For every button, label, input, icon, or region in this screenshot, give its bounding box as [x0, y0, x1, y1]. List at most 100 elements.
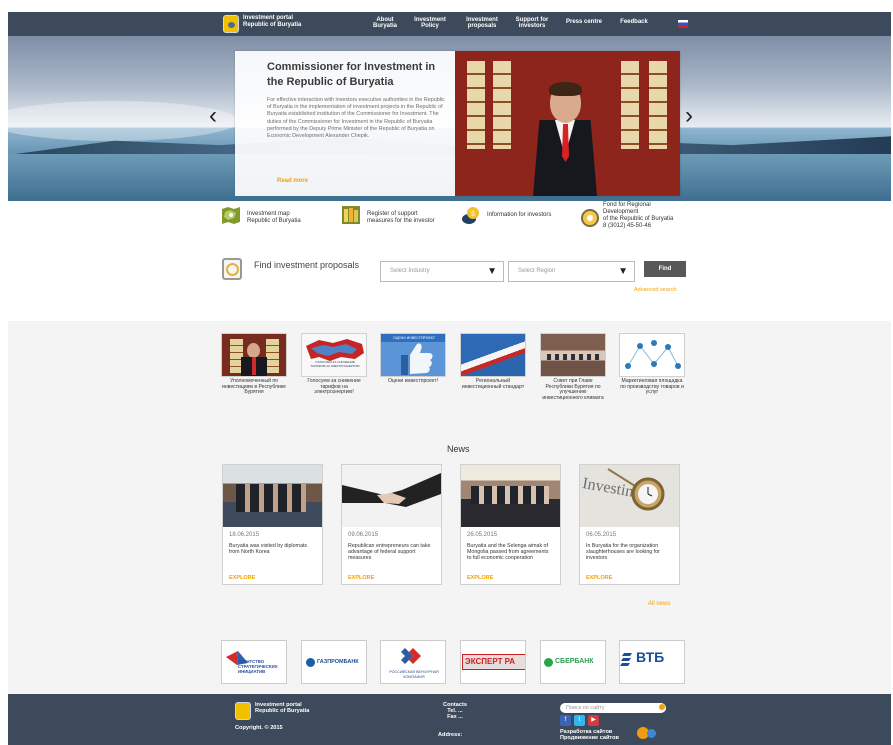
- partner-line: РОССИЙСКАЯ ВЕНЧУРНАЯ: [389, 670, 439, 674]
- advanced-search-link[interactable]: Advanced search: [634, 287, 677, 293]
- tile-electricity-tariffs[interactable]: ГОЛОСУЕМ ЗА СНИЖЕНИЕ ТАРИФОВ НА ЭЛЕКТРОЭ…: [301, 333, 367, 396]
- quick-link-line: Fond for Regional: [603, 202, 651, 208]
- partner-logo-sberbank[interactable]: СБЕРБАНК: [540, 640, 606, 684]
- quick-link-information-for-investors[interactable]: $ Information for investors: [461, 205, 576, 231]
- search-magnifier-icon: [222, 258, 242, 280]
- tile-image: [619, 333, 685, 377]
- quick-link-label: Register of support measures for the inv…: [367, 211, 435, 225]
- pocket-watch-icon: [607, 468, 665, 511]
- chevron-down-icon: ▼: [618, 266, 628, 277]
- news-explore-link[interactable]: EXPLORE: [467, 575, 493, 581]
- tile-rate-project[interactable]: ОЦЕНИ ИНВЕСТПРОЕКТ Оцени инвестпроект!: [380, 333, 446, 385]
- flag-wave-graphic: [461, 334, 525, 376]
- news-heading: News: [447, 444, 470, 454]
- quick-link-line: measures for the investor: [367, 218, 435, 224]
- nav-about-line-2: Buryatia: [372, 23, 397, 29]
- twitter-icon[interactable]: t: [574, 715, 585, 726]
- search-icon[interactable]: [659, 704, 665, 710]
- quick-link-investment-map[interactable]: Investment map Republic of Buryatia: [221, 205, 326, 231]
- quick-link-line: Register of support: [367, 211, 418, 217]
- svg-text:$: $: [471, 211, 475, 218]
- news-card[interactable]: Investing 06.05.2015 In Buryatia for the…: [579, 464, 680, 585]
- news-headline: Republican entrepreneurs can take advant…: [348, 543, 431, 561]
- news-explore-link[interactable]: EXPLORE: [229, 575, 255, 581]
- footer-developer[interactable]: Разработка сайтов Продвижение сайтов: [560, 729, 619, 741]
- coins-icon: $: [462, 207, 479, 224]
- nav-support-for-investors[interactable]: Support for investors: [512, 17, 552, 29]
- footer-developer-line-2: Продвижение сайтов: [560, 735, 619, 741]
- partner-logo-asi[interactable]: АГЕНТСТВО СТРАТЕГИЧЕСКИХ ИНИЦИАТИВ: [221, 640, 287, 684]
- nav-about-buryatia[interactable]: About Buryatia: [371, 17, 399, 29]
- quick-link-line: Investment map: [247, 211, 290, 217]
- tile-commissioner[interactable]: Уполномоченный по инвестициям в Республи…: [221, 333, 287, 396]
- partner-text: АГЕНТСТВО СТРАТЕГИЧЕСКИХ ИНИЦИАТИВ: [238, 659, 278, 674]
- gazprombank-icon: [306, 658, 315, 667]
- footer-brand-line-2: Republic of Buryatia: [255, 708, 310, 714]
- partner-text: СБЕРБАНК: [555, 658, 594, 665]
- nav-press-line-1: Press centre: [565, 19, 603, 25]
- footer-search-input[interactable]: Поиск по сайту: [560, 703, 666, 713]
- slider-read-more-link[interactable]: Read more: [277, 178, 308, 184]
- all-news-link[interactable]: All news: [648, 601, 670, 607]
- nav-investment-policy[interactable]: Investment Policy: [411, 17, 449, 29]
- slider-description: For effective interaction with investors…: [267, 97, 445, 140]
- news-card[interactable]: 18.06.2015 Buryatia was visited by diplo…: [222, 464, 323, 585]
- quick-link-phone: 8 (3012) 45-50-46: [603, 223, 652, 229]
- nav-proposals-line-2: proposals: [467, 23, 497, 29]
- youtube-icon[interactable]: ▶: [588, 715, 599, 726]
- tile-caption: Уполномоченный по инвестициям в Республи…: [222, 378, 286, 396]
- tile-investment-council[interactable]: Совет при Главе Республики Бурятия по ул…: [540, 333, 606, 402]
- coat-of-arms-logo[interactable]: [223, 15, 239, 33]
- nav-press-centre[interactable]: Press centre: [564, 19, 604, 25]
- nav-support-line-2: investors: [518, 23, 546, 29]
- region-select[interactable]: Select Region ▼: [508, 261, 635, 282]
- news-date: 09.06.2015: [348, 532, 379, 538]
- partner-logo-vtb[interactable]: ВТБ: [619, 640, 685, 684]
- hair: [549, 82, 582, 96]
- tile-subtitle: ГОЛОСУЕМ ЗА СНИЖЕНИЕ ТАРИФОВ НА ЭЛЕКТРОЭ…: [310, 360, 360, 368]
- find-button[interactable]: Find: [644, 261, 686, 277]
- meeting-people: [547, 354, 601, 360]
- slider-prev-arrow[interactable]: ‹: [209, 104, 217, 128]
- tile-caption: Маркетинговая площадка по производству т…: [620, 378, 684, 396]
- tile-investment-standard[interactable]: Региональный инвестиционный стандарт: [460, 333, 526, 390]
- partner-text: ЭКСПЕРТ РА: [465, 657, 516, 666]
- partner-logo-rvc[interactable]: РОССИЙСКАЯ ВЕНЧУРНАЯ КОМПАНИЯ: [380, 640, 446, 684]
- russia-map-icon: [306, 339, 364, 361]
- bookshelf-decoration: [266, 339, 279, 373]
- region-select-placeholder: Select Region: [518, 268, 556, 274]
- partner-logo-expert-ra[interactable]: ЭКСПЕРТ РА: [460, 640, 526, 684]
- tile-image: ОЦЕНИ ИНВЕСТПРОЕКТ: [380, 333, 446, 377]
- network-people-icon: [625, 340, 681, 369]
- brand-name[interactable]: Investment portal Republic of Buryatia: [243, 15, 301, 29]
- quick-link-label: Investment map Republic of Buryatia: [247, 211, 301, 225]
- footer-logo[interactable]: [235, 702, 251, 720]
- news-explore-link[interactable]: EXPLORE: [348, 575, 374, 581]
- industry-select[interactable]: Select Industry ▼: [380, 261, 504, 282]
- nav-investment-proposals[interactable]: Investment proposals: [463, 17, 501, 29]
- facebook-icon[interactable]: f: [560, 715, 571, 726]
- footer-copyright: Copyright. © 2015: [235, 725, 283, 731]
- quick-link-label: Information for investors: [487, 212, 551, 219]
- news-headline: In Buryatia for the organization slaught…: [586, 543, 660, 561]
- quick-link-regional-development-fund[interactable]: Fond for Regional Development of the Rep…: [580, 202, 692, 234]
- news-image: [461, 465, 560, 527]
- russian-flag-icon[interactable]: [678, 20, 688, 28]
- news-card[interactable]: 26.05.2015 Buryatia and the Selenga aima…: [460, 464, 561, 585]
- news-card[interactable]: 09.06.2015 Republican entrepreneurs can …: [341, 464, 442, 585]
- footer-brand[interactable]: Investment portal Republic of Buryatia: [255, 702, 309, 714]
- find-proposals-title: Find investment proposals: [254, 260, 360, 270]
- slider-next-arrow[interactable]: ›: [685, 104, 693, 128]
- bookshelf-decoration: [649, 61, 667, 149]
- tile-caption: Региональный инвестиционный стандарт: [461, 378, 525, 390]
- tile-caption: Голосуем за снижение тарифов на электроэ…: [307, 378, 361, 396]
- news-explore-link[interactable]: EXPLORE: [586, 575, 612, 581]
- nav-feedback[interactable]: Feedback: [618, 19, 650, 25]
- tile-marketplace[interactable]: Маркетинговая площадка по производству т…: [619, 333, 685, 396]
- quick-link-register-support[interactable]: Register of support measures for the inv…: [341, 205, 456, 231]
- news-headline: Buryatia and the Selenga aimak of Mongol…: [467, 543, 549, 561]
- partner-logo-gazprombank[interactable]: ГАЗПРОМБАНК: [301, 640, 367, 684]
- brand-line-1: Investment portal: [243, 15, 294, 21]
- footer: Investment portal Republic of Buryatia C…: [8, 694, 891, 745]
- developer-logo-icon[interactable]: [647, 729, 656, 738]
